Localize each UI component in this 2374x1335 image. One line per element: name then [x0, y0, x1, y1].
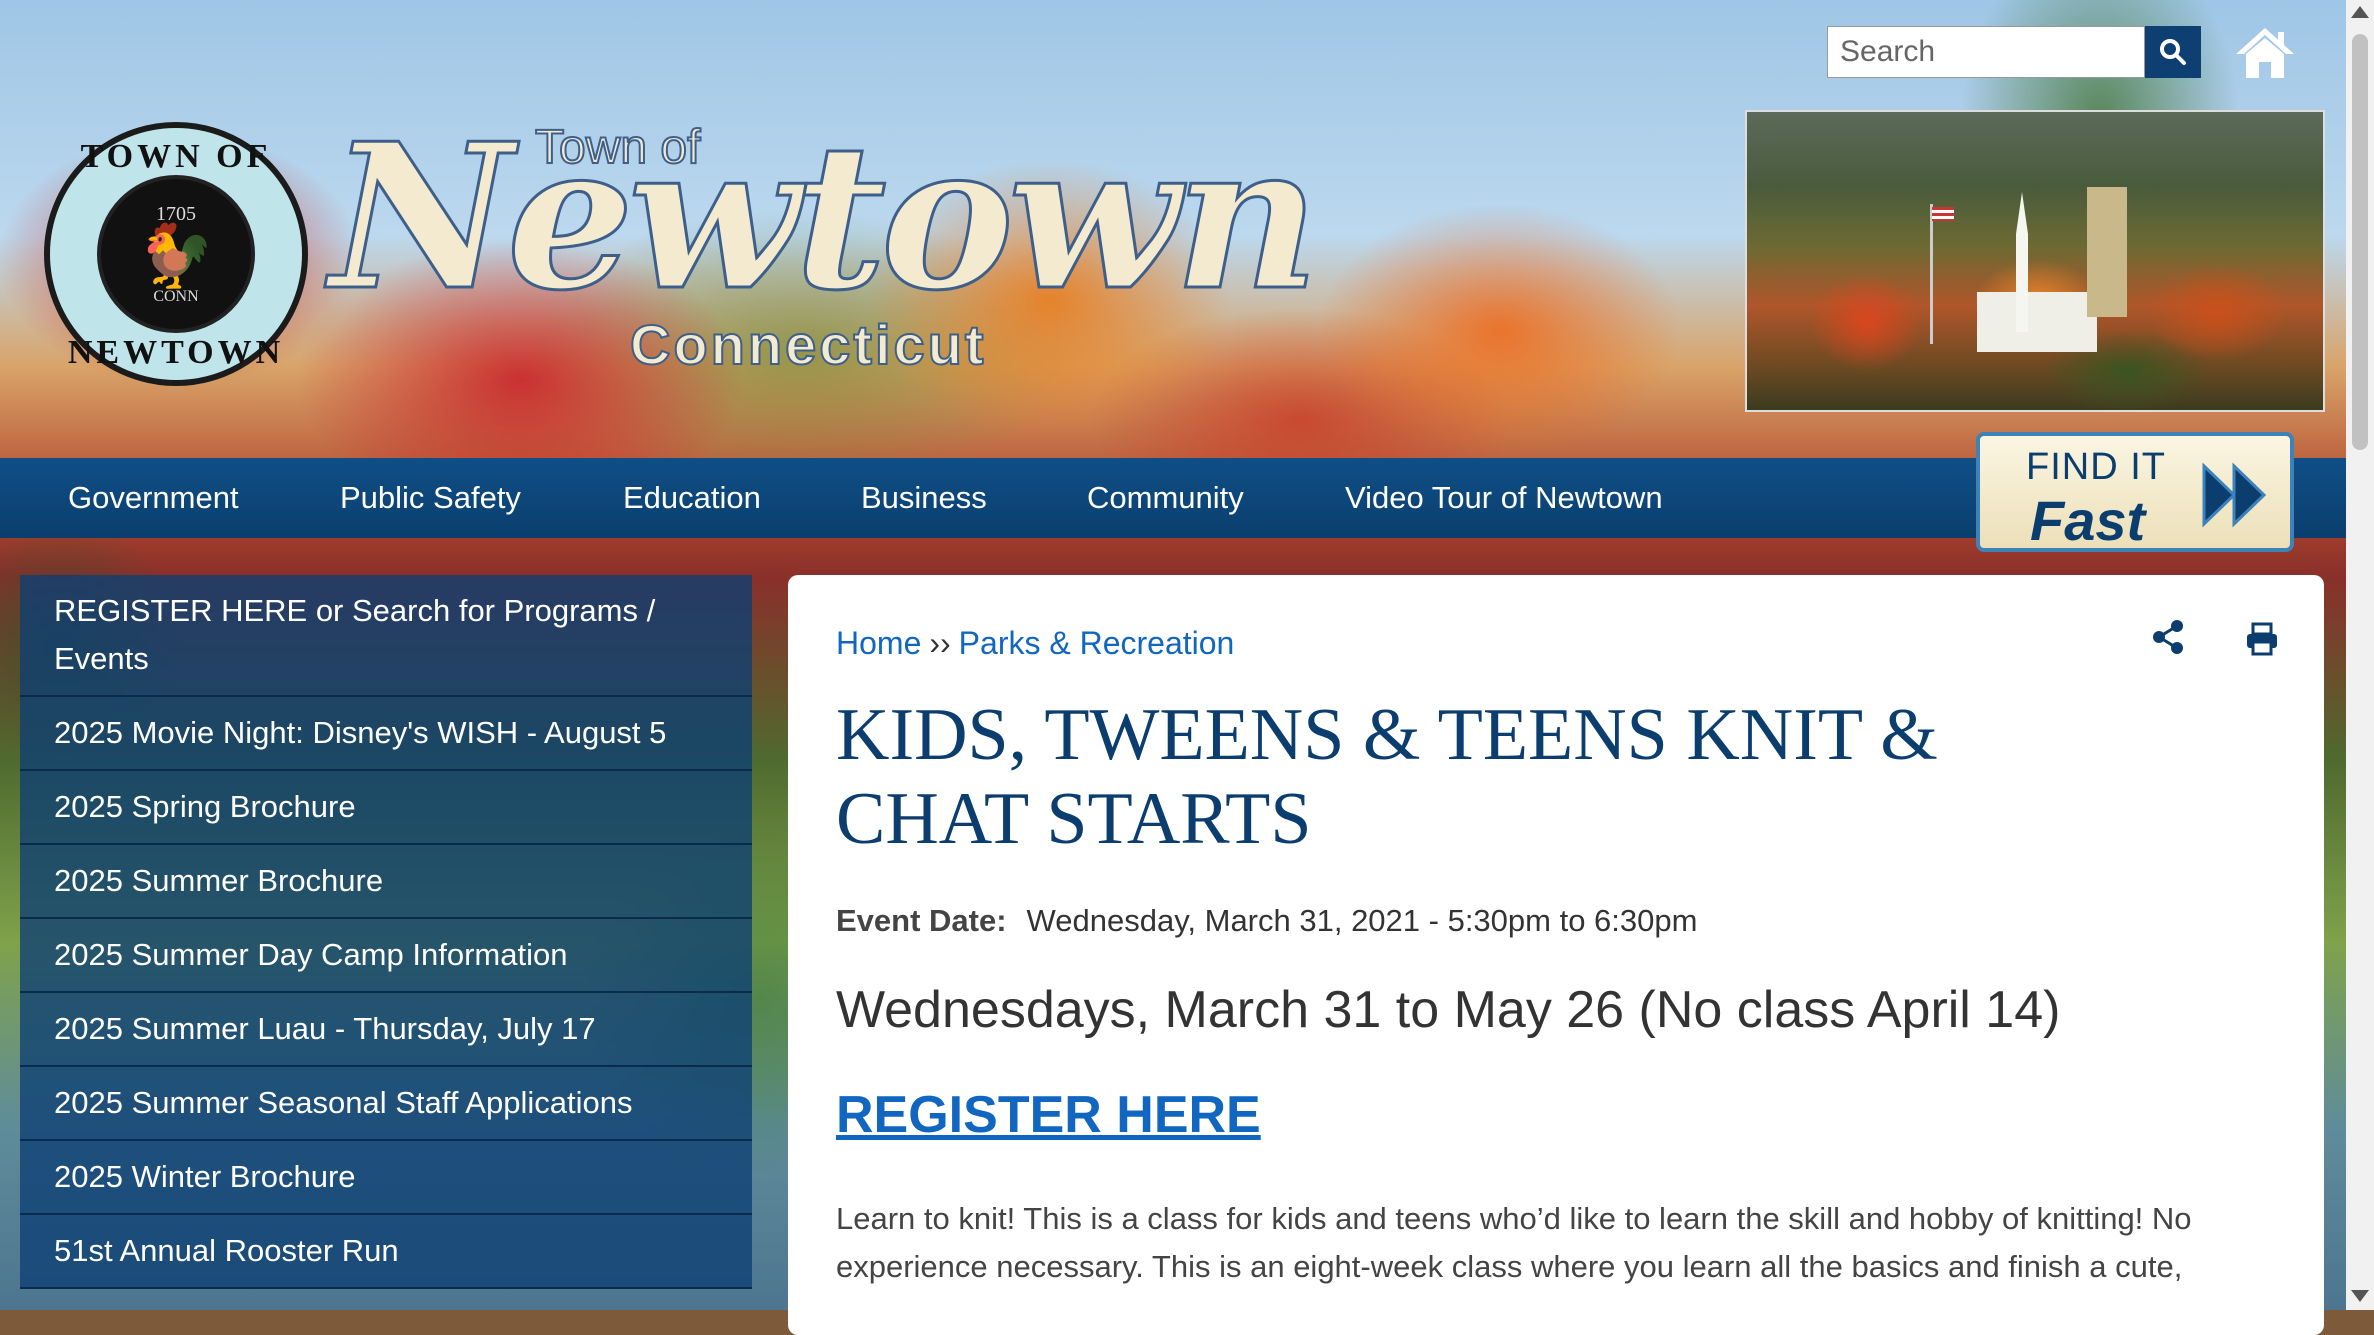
sidebar-item-day-camp[interactable]: 2025 Summer Day Camp Information [20, 919, 752, 993]
event-date: Event Date: Wednesday, March 31, 2021 - 5… [836, 903, 1697, 939]
scroll-down-arrow-icon[interactable] [2351, 1290, 2369, 1302]
seal-center: 1705 🐓 CONN [97, 175, 255, 333]
find-it-label: FIND IT [2026, 446, 2166, 488]
seal-state: CONN [153, 287, 199, 305]
sidebar-item-summer-brochure[interactable]: 2025 Summer Brochure [20, 845, 752, 919]
event-date-value: Wednesday, March 31, 2021 - 5:30pm to 6:… [1026, 903, 1698, 938]
header-photo-newtown-church [1745, 110, 2325, 412]
event-date-label: Event Date: [836, 903, 1007, 938]
breadcrumb-section-link[interactable]: Parks & Recreation [959, 625, 1235, 661]
search-icon [2160, 39, 2186, 65]
home-icon [2236, 28, 2294, 78]
sidebar-item-summer-luau[interactable]: 2025 Summer Luau - Thursday, July 17 [20, 993, 752, 1067]
breadcrumb-separator: ›› [929, 625, 951, 661]
print-icon[interactable] [2244, 621, 2280, 657]
nav-item-government[interactable]: Government [68, 458, 239, 538]
search-input[interactable] [1827, 26, 2145, 78]
sidebar-item-spring-brochure[interactable]: 2025 Spring Brochure [20, 771, 752, 845]
fast-label: Fast [2030, 489, 2146, 552]
sidebar-item-rooster-run[interactable]: 51st Annual Rooster Run [20, 1215, 752, 1289]
stone-tower [2087, 187, 2127, 317]
sidebar-item-seasonal-staff[interactable]: 2025 Summer Seasonal Staff Applications [20, 1067, 752, 1141]
site-logo-name[interactable]: Newtown [329, 116, 1322, 319]
town-seal-logo[interactable]: TOWN OF 1705 🐓 CONN NEWTOWN [44, 122, 308, 386]
nav-item-community[interactable]: Community [1087, 458, 1244, 538]
event-description: Learn to knit! This is a class for kids … [836, 1201, 2192, 1284]
scrollbar-thumb[interactable] [2352, 34, 2368, 450]
share-icon[interactable] [2150, 619, 2186, 655]
nav-item-business[interactable]: Business [861, 458, 987, 538]
breadcrumb-home-link[interactable]: Home [836, 625, 921, 661]
scroll-up-arrow-icon[interactable] [2351, 6, 2369, 18]
home-button[interactable] [2234, 24, 2296, 80]
sidebar-item-register-search[interactable]: REGISTER HERE or Search for Programs / E… [20, 575, 752, 697]
site-logo-state: Connecticut [629, 312, 987, 377]
double-arrow-icon [2202, 462, 2267, 528]
main-content-card: Home ›› Parks & Recreation KIDS, TWEENS & … [788, 575, 2324, 1335]
seal-bottom-text: NEWTOWN [67, 334, 285, 371]
nav-item-video-tour[interactable]: Video Tour of Newtown [1345, 458, 1663, 538]
nav-item-education[interactable]: Education [623, 458, 761, 538]
page-title: KIDS, TWEENS & TEENS KNIT & CHAT STARTS [836, 694, 1938, 860]
sidebar-item-winter-brochure[interactable]: 2025 Winter Brochure [20, 1141, 752, 1215]
sidebar-item-movie-night[interactable]: 2025 Movie Night: Disney's WISH - August… [20, 697, 752, 771]
site-logo-town-of: Town of [534, 120, 701, 175]
flag [1932, 207, 1954, 221]
rooster-icon: 🐓 [137, 221, 215, 291]
find-it-fast-button[interactable]: FIND IT Fast [1976, 432, 2294, 552]
church-building [1977, 292, 2097, 352]
search-button[interactable] [2145, 26, 2201, 78]
sidebar-menu: REGISTER HERE or Search for Programs / E… [20, 575, 752, 1289]
seal-top-text: TOWN OF [80, 138, 272, 175]
event-schedule-heading: Wednesdays, March 31 to May 26 (No class… [836, 981, 2061, 1039]
register-here-link[interactable]: REGISTER HERE [836, 1085, 1261, 1145]
breadcrumb: Home ›› Parks & Recreation [836, 625, 1234, 662]
nav-item-public-safety[interactable]: Public Safety [340, 458, 521, 538]
flagpole [1930, 204, 1933, 344]
